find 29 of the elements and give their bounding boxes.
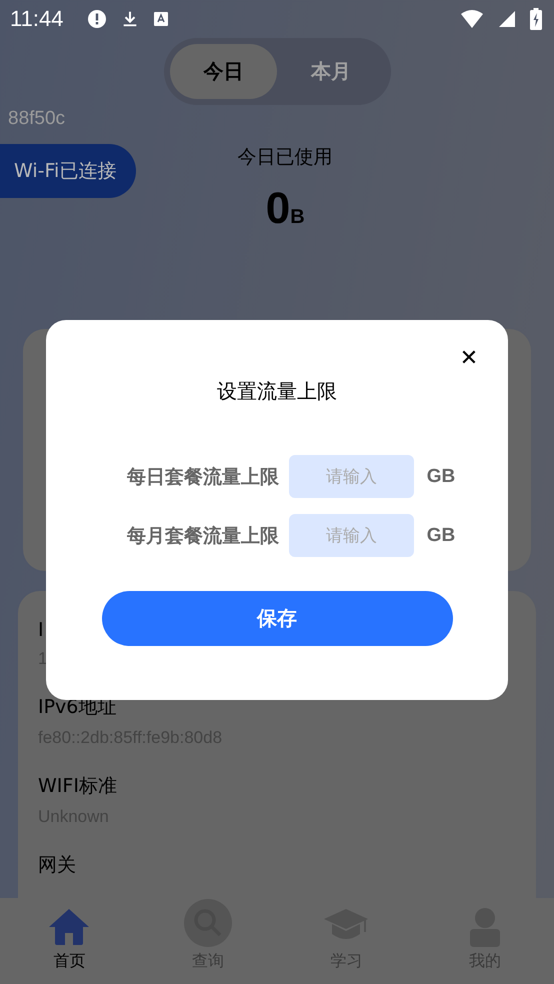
info-label: I bbox=[38, 619, 45, 641]
signal-icon bbox=[498, 10, 516, 28]
usage-value: 0 bbox=[266, 184, 290, 234]
unit-label: GB bbox=[426, 466, 456, 488]
usage-title: 今日已使用 bbox=[238, 145, 333, 170]
period-tab[interactable]: 本月 bbox=[277, 44, 384, 99]
wifi-icon bbox=[460, 9, 484, 29]
info-label: WIFI标准 bbox=[38, 774, 118, 799]
field-label: 每日套餐流量上限 bbox=[126, 464, 279, 490]
save-button[interactable]: 保存 bbox=[102, 591, 452, 646]
download-icon bbox=[121, 9, 140, 29]
alert-icon bbox=[87, 9, 108, 29]
search-icon bbox=[184, 899, 232, 947]
info-label: 网关 bbox=[38, 853, 77, 878]
close-button[interactable]: ✕ bbox=[456, 344, 482, 372]
connection-status: Wi-Fi已连接 bbox=[0, 144, 136, 198]
input-field[interactable]: 请输入 bbox=[288, 455, 414, 498]
unit-label: GB bbox=[426, 524, 456, 546]
home-icon bbox=[47, 907, 92, 947]
nav-item[interactable]: 首页 bbox=[0, 898, 138, 984]
usage-unit: B bbox=[290, 206, 305, 229]
input-field[interactable]: 请输入 bbox=[288, 514, 414, 557]
dialog-title: 设置流量上限 bbox=[217, 378, 337, 405]
field-label: 每月套餐流量上限 bbox=[126, 524, 279, 548]
status-time: 11:44 bbox=[10, 6, 64, 32]
device-id: 88f50c bbox=[8, 108, 66, 130]
period-tab[interactable]: 今日 bbox=[170, 44, 277, 99]
battery-icon bbox=[530, 8, 542, 30]
keyboard-a-icon bbox=[153, 11, 170, 27]
